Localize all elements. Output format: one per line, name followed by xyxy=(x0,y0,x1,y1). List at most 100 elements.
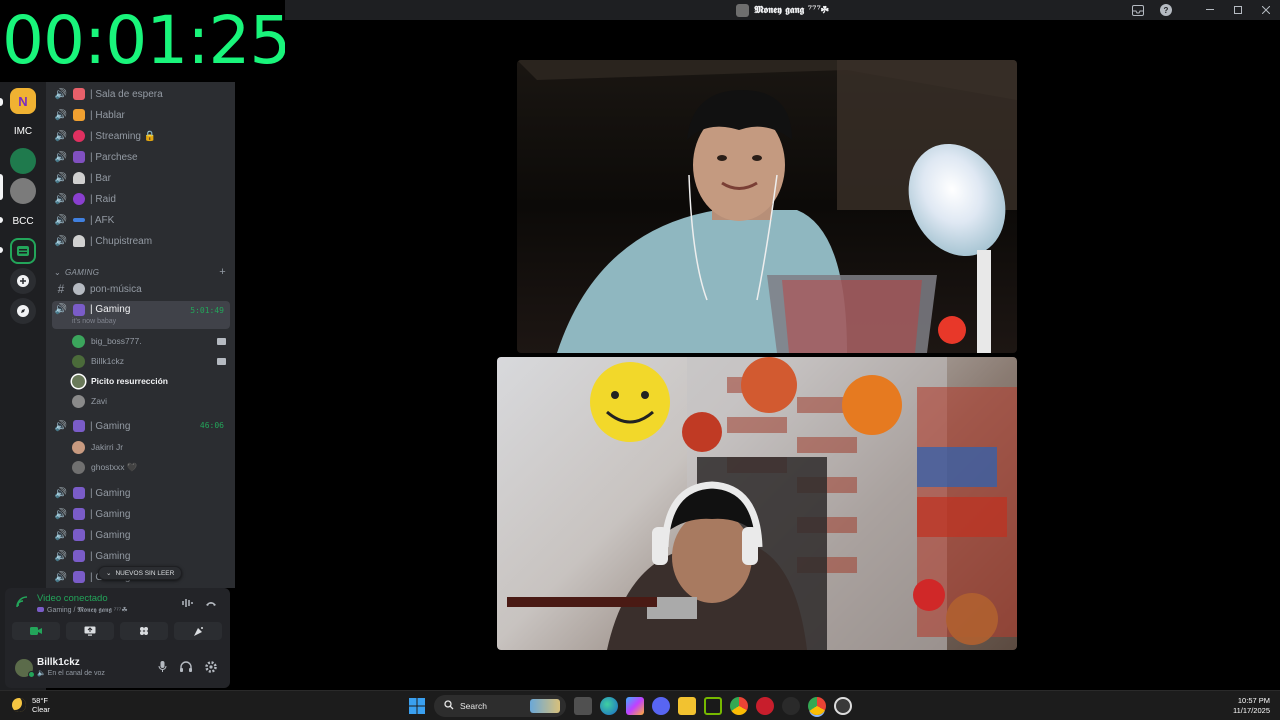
server-bcc[interactable]: BCC xyxy=(10,208,36,234)
disconnect-icon[interactable] xyxy=(205,599,217,610)
file-explorer-icon[interactable] xyxy=(678,697,696,715)
windows-taskbar: 58°F Clear Search 10:57 PM 11/17/2025 xyxy=(0,690,1280,720)
speaker-icon: 🔊 xyxy=(54,529,68,541)
voice-channel-gaming-active[interactable]: 🔊 | Gaming 5:01:49 it's now babay xyxy=(52,301,230,329)
video-tile-user-1[interactable] xyxy=(517,60,1017,353)
voice-user[interactable]: ghostxxx 🖤 xyxy=(72,458,228,476)
channel-label: | Parchese xyxy=(90,151,138,163)
discover-icon[interactable] xyxy=(10,298,36,324)
voice-user[interactable]: Zavi xyxy=(72,392,228,410)
close-icon[interactable] xyxy=(1252,0,1280,20)
channel-label: | Raid xyxy=(90,193,116,205)
unread-label: NUEVOS SIN LEER xyxy=(115,569,175,577)
activities-button[interactable] xyxy=(120,622,168,640)
help-icon[interactable]: ? xyxy=(1152,0,1180,20)
server-icon xyxy=(736,3,750,17)
task-view-icon[interactable] xyxy=(574,697,592,715)
voice-channel-gaming[interactable]: 🔊 | Gaming xyxy=(52,483,230,503)
voice-channel-bar[interactable]: 🔊 | Bar xyxy=(52,168,230,188)
maximize-icon[interactable] xyxy=(1224,0,1252,20)
video-stream-image xyxy=(517,60,1017,353)
channel-emoji-icon xyxy=(73,172,85,184)
voice-user[interactable]: Billk1ckz xyxy=(72,352,228,370)
voice-user[interactable]: Picito resurrección xyxy=(72,372,228,390)
avatar xyxy=(72,440,85,454)
voice-user[interactable]: Jakirri Jr xyxy=(72,438,228,456)
voice-channel-gaming[interactable]: 🔊 | Gaming xyxy=(52,546,230,566)
app-badge-icon[interactable] xyxy=(834,697,852,715)
video-tile-user-2[interactable] xyxy=(497,357,1017,650)
voice-channel-afk[interactable]: 🔊 | AFK xyxy=(52,210,230,230)
add-channel-icon[interactable]: + xyxy=(219,266,226,278)
soundboard-button[interactable] xyxy=(174,622,222,640)
channel-emoji-icon xyxy=(73,550,85,562)
add-server-icon[interactable] xyxy=(10,268,36,294)
channel-label: | Gaming xyxy=(90,508,131,520)
speaker-icon: 🔊 xyxy=(54,130,68,142)
system-clock[interactable]: 10:57 PM 11/17/2025 xyxy=(1233,696,1270,716)
text-channel-pon-musica[interactable]: # pon-música xyxy=(52,279,230,299)
voice-path-text: Gaming / 𝕸𝖔𝖓𝖊𝖞 𝖌𝖆𝖓𝖌 ⁷⁷⁷☘ xyxy=(47,607,128,614)
speaker-icon: 🔈 xyxy=(37,670,46,677)
hash-icon: # xyxy=(57,282,65,296)
chrome-icon[interactable] xyxy=(730,697,748,715)
screen-share-button[interactable] xyxy=(66,622,114,640)
user-name: big_boss777. xyxy=(91,336,142,346)
channel-label: | Gaming xyxy=(90,420,131,432)
account-name[interactable]: Billk1ckz xyxy=(37,657,80,668)
speaker-icon: 🔊 xyxy=(54,172,68,184)
edge-icon[interactable] xyxy=(600,697,618,715)
window-title-text: 𝕸𝖔𝖓𝖊𝖞 𝖌𝖆𝖓𝖌 ⁷⁷⁷☘ xyxy=(754,4,829,16)
channel-emoji-icon xyxy=(73,487,85,499)
voice-channel-streaming[interactable]: 🔊 | Streaming 🔒 xyxy=(52,126,230,146)
channel-emoji-icon xyxy=(73,508,85,520)
server-money-gang[interactable] xyxy=(10,178,36,204)
voice-channel-chupistream[interactable]: 🔊 | Chupistream xyxy=(52,231,230,251)
connection-signal-icon[interactable] xyxy=(16,596,28,611)
noise-suppression-icon[interactable] xyxy=(182,598,194,611)
voice-channel-gaming[interactable]: 🔊 | Gaming xyxy=(52,504,230,524)
copilot-icon[interactable] xyxy=(626,697,644,715)
channel-label: | Chupistream xyxy=(90,235,153,247)
category-gaming[interactable]: ⌄ GAMING + xyxy=(54,265,230,279)
inbox-icon[interactable] xyxy=(1124,0,1152,20)
app-red-icon[interactable] xyxy=(756,697,774,715)
voice-channel-sala-de-espera[interactable]: 🔊 | Sala de espera xyxy=(52,84,230,104)
settings-gear-icon[interactable] xyxy=(204,661,218,675)
windows-start-icon[interactable] xyxy=(408,697,426,715)
voice-channel-gaming-2[interactable]: 🔊 | Gaming 46:06 xyxy=(52,416,230,436)
soundboard-icon xyxy=(193,626,203,636)
voice-user[interactable]: big_boss777. xyxy=(72,332,228,350)
channel-emoji-icon xyxy=(73,571,85,583)
minimize-icon[interactable] xyxy=(1196,0,1224,20)
headphones-icon[interactable] xyxy=(179,661,193,675)
voice-channel-raid[interactable]: 🔊 | Raid xyxy=(52,189,230,209)
chrome-active-icon[interactable] xyxy=(808,697,826,715)
camera-icon xyxy=(217,337,226,345)
server-money[interactable] xyxy=(10,148,36,174)
voice-channel-parchese[interactable]: 🔊 | Parchese xyxy=(52,147,230,167)
activities-icon xyxy=(140,627,148,635)
obs-icon[interactable] xyxy=(782,697,800,715)
taskbar-search[interactable]: Search xyxy=(434,695,566,717)
microphone-icon[interactable] xyxy=(155,661,169,675)
voice-channel-gaming[interactable]: 🔊 | Gaming xyxy=(52,525,230,545)
call-duration: 5:01:49 xyxy=(190,306,224,315)
user-name: Zavi xyxy=(91,396,108,406)
unread-messages-pill[interactable]: ⌄ NUEVOS SIN LEER xyxy=(98,566,183,580)
speaker-icon: 🔊 xyxy=(54,109,68,121)
server-n[interactable]: N xyxy=(10,88,36,114)
speaker-icon: 🔊 xyxy=(54,304,68,315)
server-imc[interactable]: IMC xyxy=(10,118,36,144)
nvidia-icon[interactable] xyxy=(704,697,722,715)
gamepad-icon xyxy=(37,607,44,612)
channel-emoji-icon xyxy=(73,109,85,121)
voice-status[interactable]: Video conectado xyxy=(37,593,108,604)
camera-button[interactable] xyxy=(12,622,60,640)
speaker-icon: 🔊 xyxy=(54,508,68,520)
weather-widget[interactable]: 58°F Clear xyxy=(12,696,50,714)
discord-icon[interactable] xyxy=(652,697,670,715)
weather-condition: Clear xyxy=(32,705,50,714)
voice-channel-hablar[interactable]: 🔊 | Hablar xyxy=(52,105,230,125)
server-green[interactable] xyxy=(10,238,36,264)
